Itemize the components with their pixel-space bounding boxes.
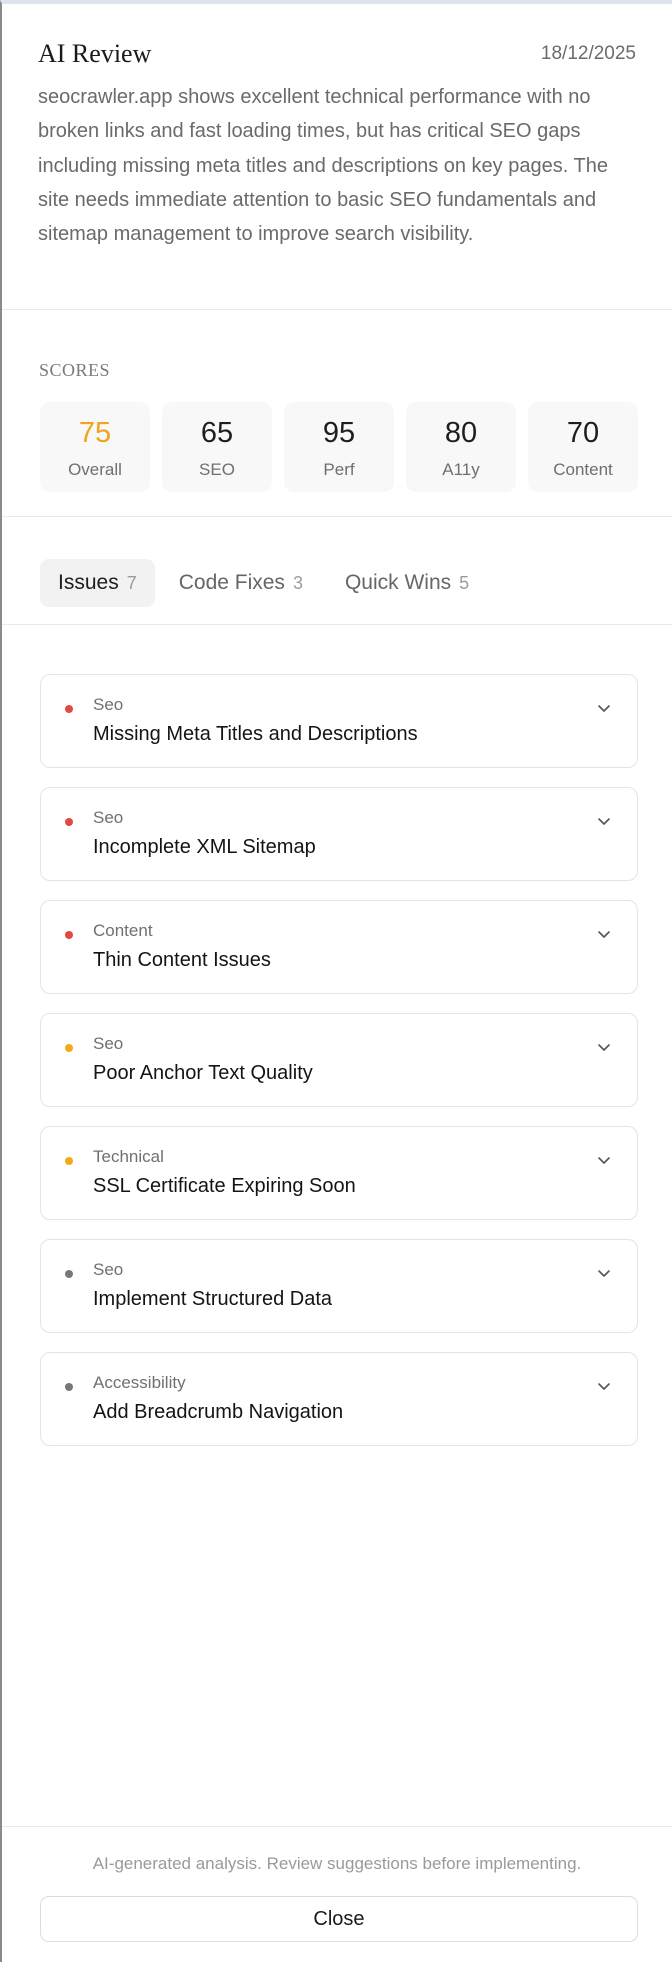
score-label: Overall — [68, 460, 122, 479]
issue-card[interactable]: Seo Missing Meta Titles and Descriptions — [40, 674, 638, 768]
page-title: AI Review — [38, 39, 152, 68]
score-label: A11y — [442, 460, 480, 479]
issue-title: Incomplete XML Sitemap — [93, 836, 316, 858]
issue-category: Accessibility — [93, 1373, 186, 1392]
scores-heading: SCORES — [39, 360, 111, 380]
issue-card[interactable]: Seo Implement Structured Data — [40, 1239, 638, 1333]
tab-label: Issues — [58, 571, 119, 594]
divider — [2, 309, 672, 310]
severity-dot-icon — [65, 1270, 73, 1278]
score-value: 70 — [566, 417, 600, 449]
tab-count: 5 — [459, 572, 470, 593]
tab-count: 3 — [292, 572, 303, 593]
issue-title: SSL Certificate Expiring Soon — [93, 1175, 356, 1197]
issue-category: Technical — [93, 1147, 164, 1166]
issue-card[interactable]: Accessibility Add Breadcrumb Navigation — [40, 1352, 638, 1446]
tab-bar: Issues 7 Code Fixes 3 Quick Wins 5 — [40, 559, 493, 607]
score-label: Content — [553, 460, 613, 479]
issue-category: Seo — [93, 695, 124, 714]
tab-label: Code Fixes — [178, 571, 285, 594]
issue-card[interactable]: Seo Poor Anchor Text Quality — [40, 1013, 638, 1107]
issue-title: Thin Content Issues — [93, 949, 271, 971]
close-button[interactable]: Close — [40, 1896, 638, 1942]
issue-category: Seo — [93, 1034, 124, 1053]
severity-dot-icon — [65, 818, 73, 826]
score-value: 75 — [78, 417, 112, 449]
divider — [2, 1826, 672, 1827]
score-value: 65 — [200, 417, 234, 449]
score-card-overall: 75 Overall — [40, 402, 150, 492]
chevron-down-icon[interactable] — [597, 1266, 611, 1280]
divider — [2, 516, 672, 517]
tab-count: 7 — [126, 572, 137, 593]
tab-issues[interactable]: Issues 7 — [40, 559, 155, 607]
review-date: 18/12/2025 — [540, 43, 636, 64]
issue-title: Add Breadcrumb Navigation — [93, 1401, 344, 1423]
issue-title: Poor Anchor Text Quality — [93, 1062, 313, 1084]
footer-disclaimer: AI-generated analysis. Review suggestion… — [92, 1854, 582, 1873]
issue-category: Content — [93, 921, 153, 940]
tab-code-fixes[interactable]: Code Fixes 3 — [161, 559, 321, 607]
chevron-down-icon[interactable] — [597, 701, 611, 715]
panel-header: AI Review 18/12/2025 — [38, 34, 636, 74]
tab-quick-wins[interactable]: Quick Wins 5 — [327, 559, 487, 607]
chevron-down-icon[interactable] — [597, 814, 611, 828]
issue-title: Missing Meta Titles and Descriptions — [93, 723, 418, 745]
score-label: Perf — [323, 460, 355, 479]
issue-card[interactable]: Content Thin Content Issues — [40, 900, 638, 994]
score-card-seo: 65 SEO — [162, 402, 272, 492]
severity-dot-icon — [65, 1383, 73, 1391]
issues-list: Seo Missing Meta Titles and Descriptions… — [40, 674, 638, 1465]
severity-dot-icon — [65, 931, 73, 939]
score-card-a11y: 80 A11y — [406, 402, 516, 492]
issue-card[interactable]: Seo Incomplete XML Sitemap — [40, 787, 638, 881]
severity-dot-icon — [65, 1044, 73, 1052]
score-card-perf: 95 Perf — [284, 402, 394, 492]
score-card-content: 70 Content — [528, 402, 638, 492]
score-value: 80 — [444, 417, 478, 449]
issue-category: Seo — [93, 1260, 124, 1279]
chevron-down-icon[interactable] — [597, 1153, 611, 1167]
review-summary: seocrawler.app shows excellent technical… — [38, 86, 608, 246]
severity-dot-icon — [65, 1157, 73, 1165]
tab-label: Quick Wins — [344, 571, 452, 594]
ai-review-panel: AI Review 18/12/2025 seocrawler.app show… — [0, 0, 672, 1962]
scores-row: 75 Overall 65 SEO 95 Perf 80 A11y 70 Con… — [40, 402, 638, 492]
chevron-down-icon[interactable] — [597, 1379, 611, 1393]
chevron-down-icon[interactable] — [597, 927, 611, 941]
chevron-down-icon[interactable] — [597, 1040, 611, 1054]
divider — [2, 624, 672, 625]
issue-title: Implement Structured Data — [93, 1288, 332, 1310]
score-label: SEO — [199, 460, 235, 479]
severity-dot-icon — [65, 705, 73, 713]
issue-card[interactable]: Technical SSL Certificate Expiring Soon — [40, 1126, 638, 1220]
score-value: 95 — [322, 417, 356, 449]
issue-category: Seo — [93, 808, 124, 827]
